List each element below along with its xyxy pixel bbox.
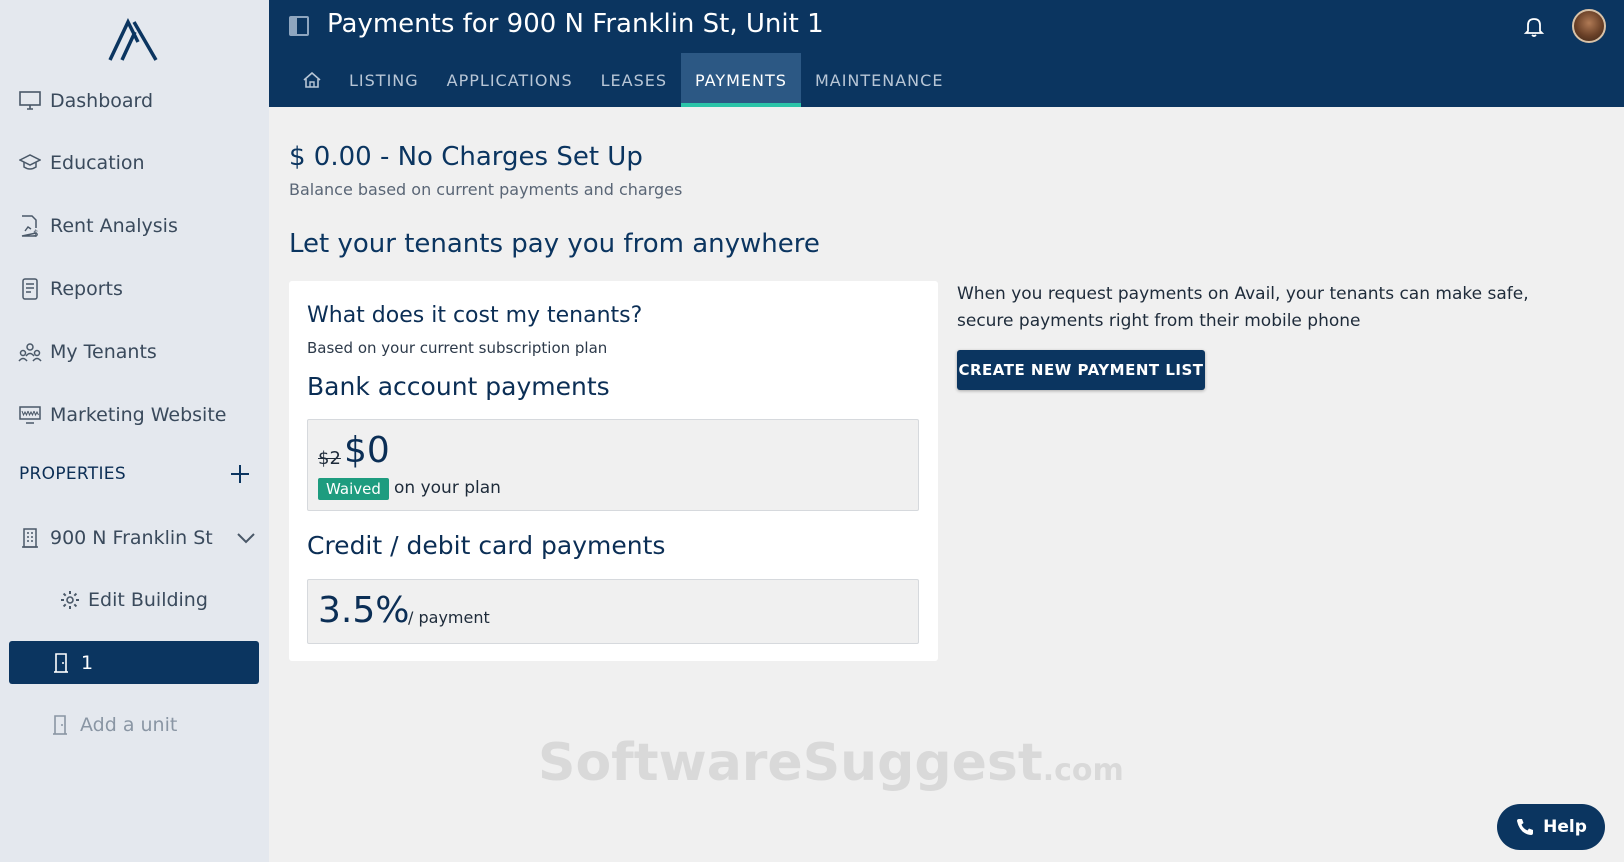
door-icon (51, 652, 71, 674)
edit-building-link[interactable]: Edit Building (58, 580, 208, 620)
watermark-suffix: .com (1042, 753, 1124, 788)
create-payment-list-button[interactable]: CREATE NEW PAYMENT LIST (957, 350, 1205, 390)
sidebar-item-rent-analysis[interactable]: $ Rent Analysis (18, 206, 178, 246)
payments-info-text: When you request payments on Avail, your… (957, 284, 1529, 331)
report-icon (18, 277, 42, 301)
card-payments-title: Credit / debit card payments (307, 531, 666, 560)
sidebar-item-label: Marketing Website (50, 404, 227, 426)
old-price: $2 (318, 448, 341, 469)
add-unit-label: Add a unit (80, 714, 178, 736)
sidebar-item-label: Rent Analysis (50, 215, 178, 237)
tab-listing[interactable]: LISTING (335, 53, 433, 107)
www-icon (18, 403, 42, 427)
sidebar-item-label: Education (50, 152, 145, 174)
avail-logo[interactable] (108, 18, 160, 62)
bank-payments-box: $2 $0 Waived on your plan (307, 419, 919, 511)
tab-payments[interactable]: PAYMENTS (681, 53, 801, 107)
door-icon (50, 714, 70, 736)
tab-applications[interactable]: APPLICATIONS (433, 53, 587, 107)
phone-icon (1517, 819, 1534, 835)
help-label: Help (1543, 817, 1587, 837)
add-property-icon[interactable] (228, 462, 252, 486)
cost-card-subtitle: Based on your current subscription plan (307, 339, 608, 357)
gear-icon (58, 588, 82, 612)
sidebar-item-dashboard[interactable]: Dashboard (18, 81, 153, 121)
bank-payments-title: Bank account payments (307, 372, 610, 401)
sidebar-item-my-tenants[interactable]: My Tenants (18, 332, 157, 372)
tab-leases[interactable]: LEASES (587, 53, 681, 107)
sidebar-item-education[interactable]: Education (18, 143, 145, 183)
chevron-down-icon[interactable] (234, 526, 258, 550)
bell-icon[interactable] (1522, 14, 1546, 38)
new-price: $0 (344, 430, 390, 471)
top-header: Payments for 900 N Franklin St, Unit 1 L… (269, 0, 1624, 107)
cost-card-title: What does it cost my tenants? (307, 303, 643, 328)
card-rate: 3.5% (318, 590, 410, 631)
building-label: 900 N Franklin St (50, 527, 213, 549)
balance-subtitle: Balance based on current payments and ch… (289, 180, 683, 199)
sidebar: Dashboard Education $ Rent Analysis Repo… (0, 0, 269, 862)
unit-label: 1 (81, 651, 94, 674)
sidebar-item-marketing-website[interactable]: Marketing Website (18, 395, 226, 435)
waived-badge: Waived (318, 478, 389, 500)
home-icon (303, 72, 321, 88)
properties-heading: PROPERTIES (19, 464, 126, 484)
cost-card: What does it cost my tenants? Based on y… (289, 281, 938, 661)
add-unit-link[interactable]: Add a unit (50, 705, 177, 745)
tab-bar: LISTING APPLICATIONS LEASES PAYMENTS MAI… (289, 53, 957, 107)
sidebar-item-reports[interactable]: Reports (18, 269, 123, 309)
balance-heading: $ 0.00 - No Charges Set Up (289, 142, 643, 172)
section-title: Let your tenants pay you from anywhere (289, 229, 820, 259)
monitor-icon (18, 89, 42, 113)
watermark: SoftwareSuggest.com (538, 733, 1124, 793)
sidebar-building-900-n-franklin[interactable]: 900 N Franklin St (18, 518, 258, 558)
chart-document-icon: $ (18, 214, 42, 238)
graduation-cap-icon (18, 151, 42, 175)
sidebar-item-label: Dashboard (50, 90, 154, 112)
avatar[interactable] (1572, 9, 1606, 43)
tab-home[interactable] (289, 53, 335, 107)
watermark-main: SoftwareSuggest (538, 733, 1043, 793)
card-payments-box: 3.5% / payment (307, 579, 919, 644)
sidebar-unit-1[interactable]: 1 (9, 641, 259, 684)
page-title: Payments for 900 N Franklin St, Unit 1 (327, 9, 824, 39)
sidebar-item-label: Reports (50, 278, 123, 300)
sidebar-toggle-icon[interactable] (289, 16, 309, 36)
help-button[interactable]: Help (1497, 804, 1605, 850)
on-plan-text: on your plan (394, 478, 501, 498)
per-payment-text: / payment (408, 608, 490, 627)
tab-maintenance[interactable]: MAINTENANCE (801, 53, 957, 107)
building-icon (18, 526, 42, 550)
people-icon (18, 340, 42, 364)
sidebar-item-label: My Tenants (50, 341, 157, 363)
svg-text:$: $ (33, 229, 39, 237)
edit-building-label: Edit Building (88, 589, 208, 611)
